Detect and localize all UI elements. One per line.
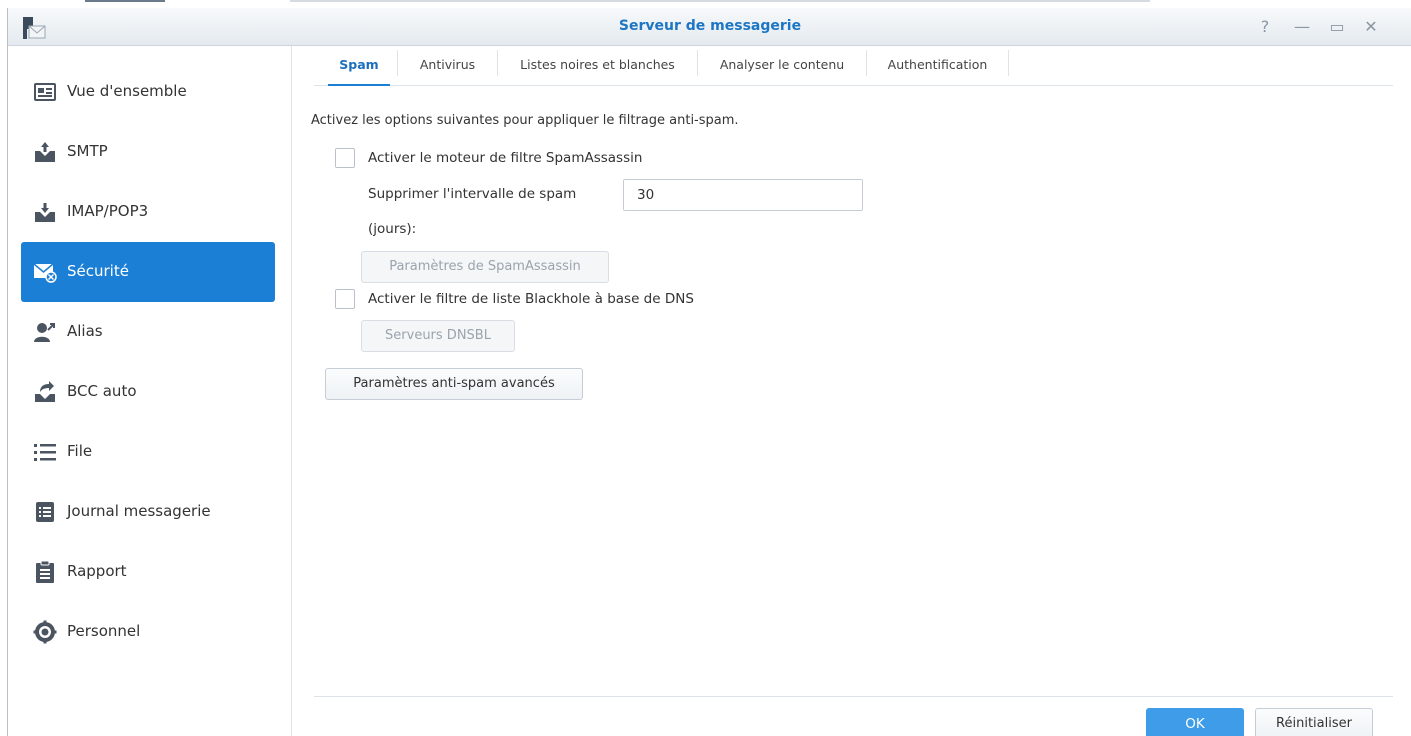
dnsbl-checkbox[interactable] xyxy=(335,289,355,309)
mail-server-window: Serveur de messagerie ? — ▭ ✕ Vue d'ense… xyxy=(7,8,1411,736)
help-icon[interactable]: ? xyxy=(1254,16,1276,38)
minimize-icon[interactable]: — xyxy=(1291,16,1313,38)
sidebar-item-label: Personnel xyxy=(67,622,141,640)
sidebar-item-label: BCC auto xyxy=(67,382,137,400)
sidebar-item-label: IMAP/POP3 xyxy=(67,202,149,220)
desktop-bar-fragment xyxy=(290,0,1150,2)
tab-spam[interactable]: Spam xyxy=(328,46,390,86)
desktop-bar-fragment xyxy=(85,0,165,2)
sidebar-item-security[interactable]: Sécurité xyxy=(21,242,275,302)
dnsbl-servers-button[interactable]: Serveurs DNSBL xyxy=(361,320,515,352)
desktop-top-strip xyxy=(0,0,1411,8)
spamassassin-label: Activer le moteur de filtre SpamAssassin xyxy=(368,150,643,166)
sidebar-item-overview[interactable]: Vue d'ensemble xyxy=(21,62,275,122)
spam-interval-unit-label: (jours): xyxy=(368,221,417,237)
footer-divider xyxy=(314,696,1393,697)
spam-interval-label: Supprimer l'intervalle de spam xyxy=(368,186,577,202)
sidebar-item-alias[interactable]: Alias xyxy=(21,302,275,362)
alias-icon xyxy=(33,320,57,344)
queue-icon xyxy=(33,440,57,464)
reset-button[interactable]: Réinitialiser xyxy=(1255,708,1373,736)
spam-description: Activez les options suivantes pour appli… xyxy=(311,113,739,128)
sidebar-item-smtp[interactable]: SMTP xyxy=(21,122,275,182)
spamassassin-settings-button[interactable]: Paramètres de SpamAssassin xyxy=(361,251,609,283)
imap-icon xyxy=(33,200,57,224)
tab-content-scan[interactable]: Analyser le contenu xyxy=(698,46,866,86)
smtp-icon xyxy=(33,140,57,164)
sidebar-item-bcc-auto[interactable]: BCC auto xyxy=(21,362,275,422)
sidebar-item-label: Journal messagerie xyxy=(67,502,211,520)
close-icon[interactable]: ✕ xyxy=(1360,16,1382,38)
tab-antivirus[interactable]: Antivirus xyxy=(398,46,497,86)
sidebar-item-label: Sécurité xyxy=(67,262,129,280)
log-icon xyxy=(33,500,57,524)
advanced-antispam-button[interactable]: Paramètres anti-spam avancés xyxy=(325,368,583,400)
bcc-icon xyxy=(33,380,57,404)
title-bar[interactable]: Serveur de messagerie ? — ▭ ✕ xyxy=(8,8,1411,46)
spam-interval-input[interactable]: 30 xyxy=(623,179,863,211)
maximize-icon[interactable]: ▭ xyxy=(1326,16,1348,38)
sidebar-item-personal[interactable]: Personnel xyxy=(21,602,275,662)
tab-blacklists-whitelists[interactable]: Listes noires et blanches xyxy=(498,46,697,86)
sidebar-item-label: Vue d'ensemble xyxy=(67,82,187,100)
tab-bar: Spam Antivirus Listes noires et blanches… xyxy=(314,46,1393,86)
sidebar-item-label: SMTP xyxy=(67,142,108,160)
window-title: Serveur de messagerie xyxy=(618,18,802,34)
spamassassin-checkbox[interactable] xyxy=(335,148,355,168)
sidebar-item-imap-pop3[interactable]: IMAP/POP3 xyxy=(21,182,275,242)
sidebar-item-mail-log[interactable]: Journal messagerie xyxy=(21,482,275,542)
sidebar-item-report[interactable]: Rapport xyxy=(21,542,275,602)
security-icon xyxy=(33,260,57,284)
overview-icon xyxy=(33,80,57,104)
sidebar-item-label: File xyxy=(67,442,93,460)
personal-icon xyxy=(33,620,57,644)
ok-button[interactable]: OK xyxy=(1146,708,1244,736)
sidebar-item-label: Alias xyxy=(67,322,103,340)
dnsbl-label: Activer le filtre de liste Blackhole à b… xyxy=(368,291,694,307)
main-content: Spam Antivirus Listes noires et blanches… xyxy=(293,46,1411,736)
sidebar-item-queue[interactable]: File xyxy=(21,422,275,482)
sidebar: Vue d'ensemble SMTP IMAP/POP3 Sécurité A… xyxy=(8,46,292,736)
sidebar-item-label: Rapport xyxy=(67,562,127,580)
tab-separator xyxy=(1008,50,1009,76)
tab-authentication[interactable]: Authentification xyxy=(867,46,1008,86)
report-icon xyxy=(33,560,57,584)
